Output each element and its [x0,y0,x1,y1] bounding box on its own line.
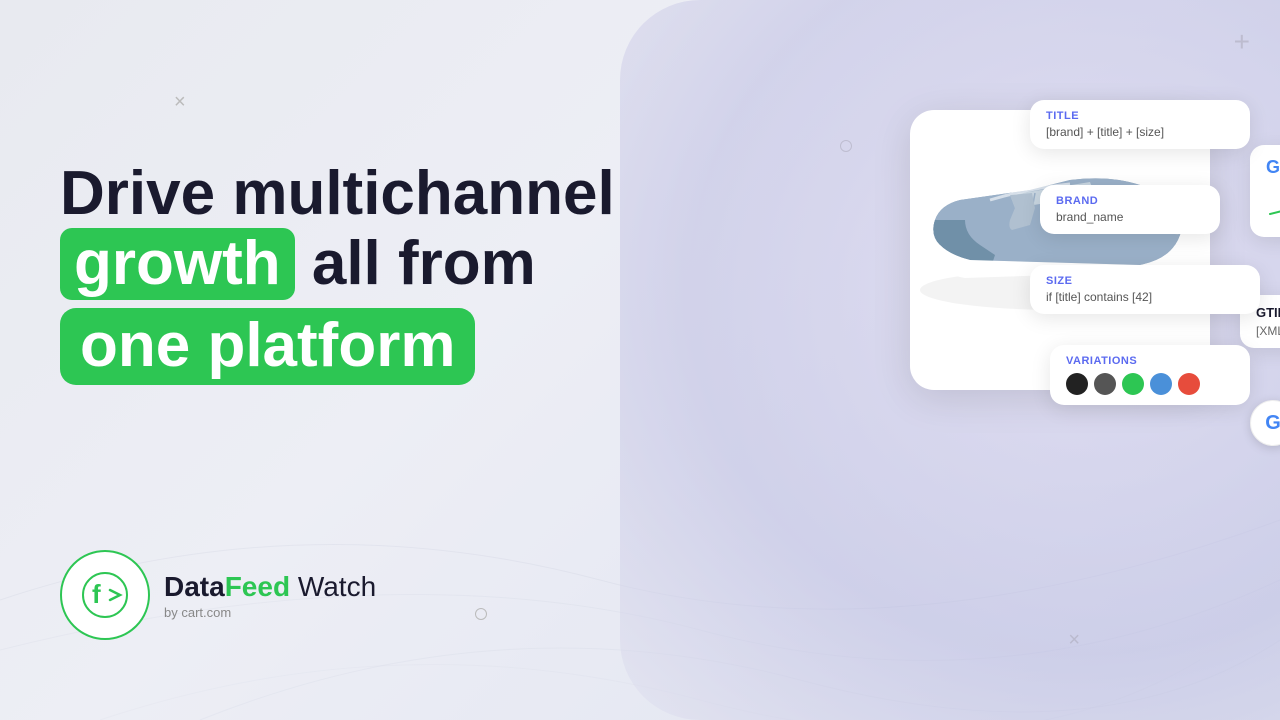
brand-card: BRAND brand_name [1040,185,1220,234]
variations-card-label: VARIATIONS [1066,355,1234,367]
gtin-value: [XML: 3234567890126] [1256,324,1280,338]
logo-name: DataFeed Watch [164,571,376,603]
one-platform-highlight: one platform [60,308,475,384]
channels-row: G a f b [1250,400,1280,446]
color-dot-red [1178,373,1200,395]
color-dot-blue [1150,373,1172,395]
color-dot-black [1066,373,1088,395]
headline-line2-mid: all from [295,229,536,298]
headline-line3: one platform [60,308,640,384]
color-dot-green [1122,373,1144,395]
title-card: TITLE [brand] + [title] + [size] [1030,100,1250,149]
hero-text-area: Drive multichannel growth all from one p… [60,160,640,405]
google-logo: Google [1266,157,1280,178]
title-card-label: TITLE [1046,110,1234,122]
trend-chart [1266,184,1280,220]
size-card: SIZE if [title] contains [42] [1030,265,1260,314]
size-card-label: SIZE [1046,275,1244,287]
title-card-value: [brand] + [title] + [size] [1046,125,1234,139]
size-card-value: if [title] contains [42] [1046,290,1244,304]
cross-icon-1: × [174,92,186,112]
color-dot-gray [1094,373,1116,395]
color-variations [1066,373,1234,395]
logo-text: DataFeed Watch by cart.com [164,571,376,620]
growth-highlight: growth [60,228,295,300]
svg-text:f: f [92,579,101,609]
headline: Drive multichannel growth all from one p… [60,160,640,385]
brand-card-label: BRAND [1056,195,1204,207]
channel-google: G [1250,400,1280,446]
google-trends-card: Google [1250,145,1280,237]
headline-line1: Drive multichannel [60,160,640,228]
brand-card-value: brand_name [1056,210,1204,224]
right-panel: Google GTIN [XML: 3234567890126] TITLE [… [580,0,1280,720]
headline-line2: growth all from [60,228,640,300]
logo-svg: f [80,570,130,620]
gtin-label: GTIN [1256,305,1280,320]
variations-card: VARIATIONS [1050,345,1250,405]
logo-icon: f [60,550,150,640]
circle-deco-1 [475,608,487,620]
logo-sub: by cart.com [164,605,376,620]
logo-area: f DataFeed Watch by cart.com [60,550,376,640]
